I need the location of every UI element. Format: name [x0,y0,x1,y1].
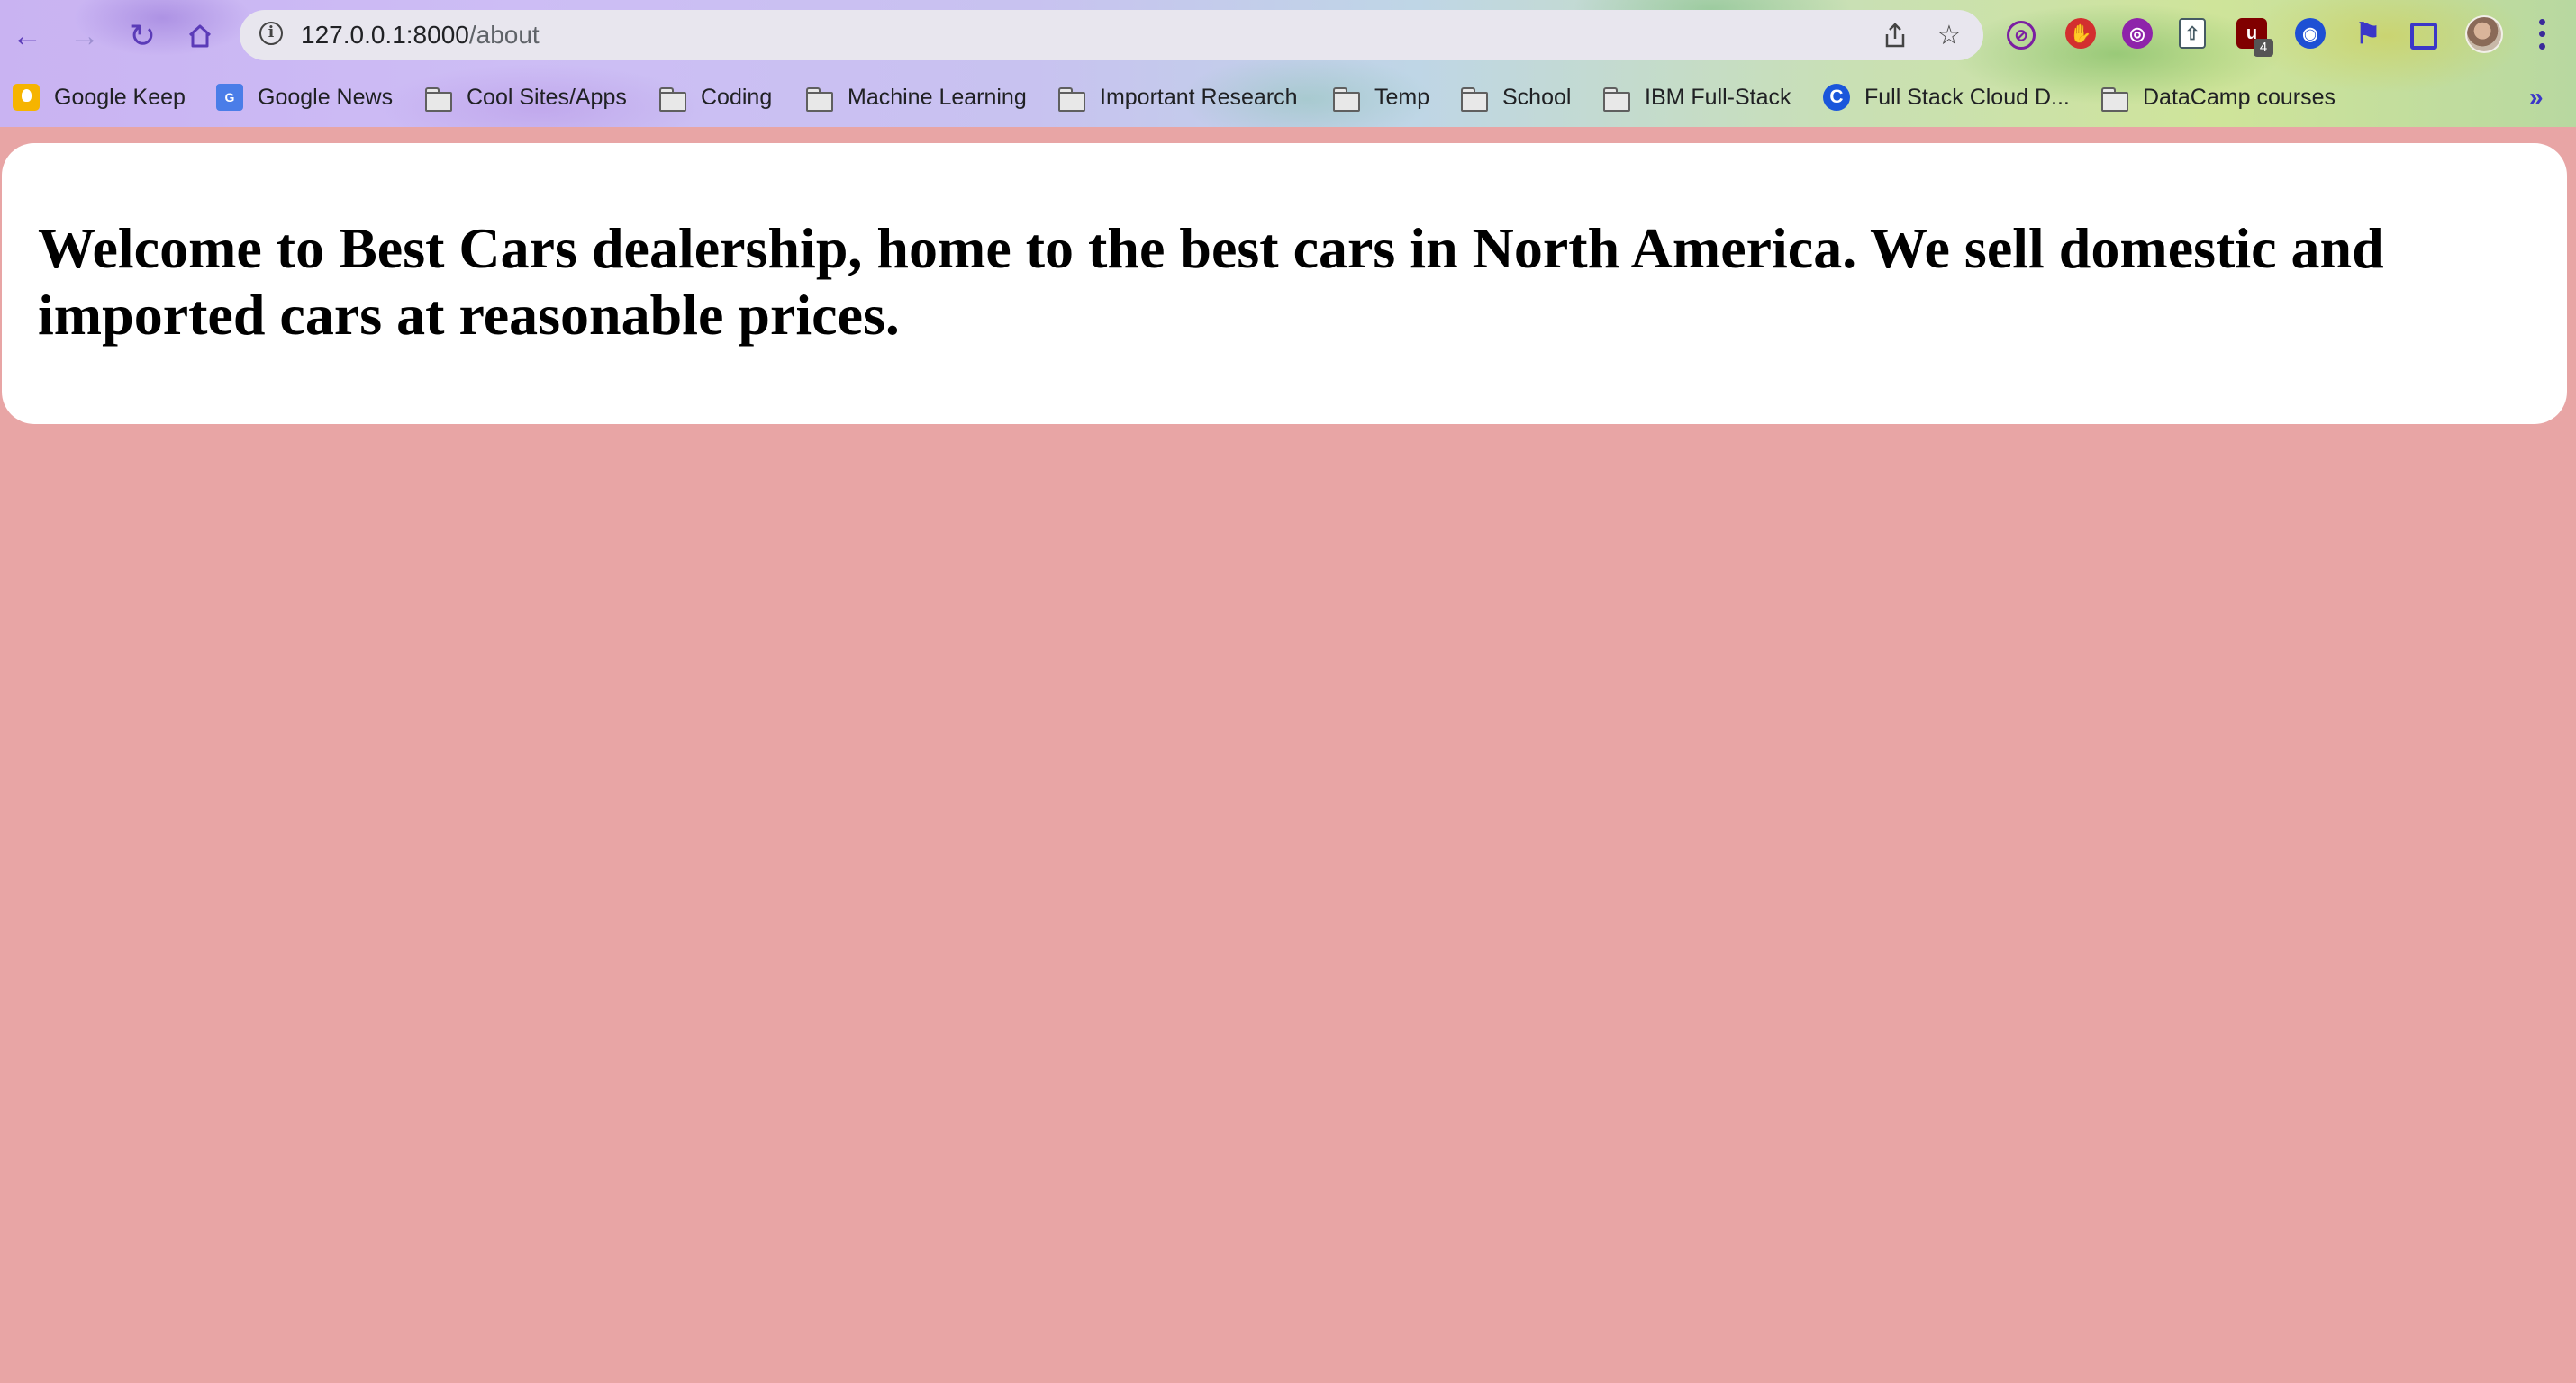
bookmark-full-stack-cloud[interactable]: C Full Stack Cloud D... [1823,76,2070,119]
folder-icon [659,84,686,112]
bookmark-label: Machine Learning [848,84,1027,110]
share-button[interactable] [1879,19,1911,51]
reload-button[interactable]: ↻ [121,14,164,58]
bookmark-label: Coding [701,84,773,110]
browser-chrome: ← → ↻ i 127.0.0.1:8000/about ☆ ⊘ ✋ ◎ ⇧ u… [0,0,2576,127]
browser-menu-icon[interactable] [2533,16,2551,52]
bookmark-folder-machine-learning[interactable]: Machine Learning [806,76,1027,119]
ublock-badge: 4 [2254,39,2273,57]
arrow-left-icon: ← [12,19,42,53]
bookmark-label: Cool Sites/Apps [467,84,627,110]
bookmark-folder-important-research[interactable]: Important Research [1058,76,1298,119]
reload-icon: ↻ [128,17,157,54]
bookmark-label: Google Keep [54,84,186,110]
url-path: /about [468,21,540,49]
keep-icon [13,84,40,111]
welcome-heading: Welcome to Best Cars dealership, home to… [38,216,2384,347]
coursera-icon: C [1823,84,1850,111]
address-bar[interactable]: i 127.0.0.1:8000/about ☆ [240,10,1983,60]
upload-extension-icon[interactable]: ⇧ [2179,18,2206,49]
bookmark-folder-cool-sites[interactable]: Cool Sites/Apps [425,76,627,119]
back-button[interactable]: ← [5,14,49,58]
bookmark-label: Full Stack Cloud D... [1864,84,2070,110]
news-icon: G [216,84,243,111]
folder-icon [1333,84,1360,112]
bookmark-folder-school[interactable]: School [1461,76,1571,119]
bookmark-label: Google News [258,84,394,110]
welcome-card: Welcome to Best Cars dealership, home to… [2,143,2567,424]
folder-icon [806,84,833,112]
bookmark-folder-temp[interactable]: Temp [1333,76,1429,119]
url-host: 127.0.0.1:8000 [301,21,469,49]
arrow-right-icon: → [69,19,100,53]
hand-stop-icon[interactable]: ✋ [2065,18,2096,49]
bookmark-google-news[interactable]: G Google News [216,76,393,119]
home-icon [188,24,212,48]
bookmark-label: DataCamp courses [2143,84,2336,110]
site-info-icon[interactable]: i [259,22,283,45]
folder-icon [425,84,452,112]
bookmarks-bar: Google Keep G Google News Cool Sites/App… [0,76,2576,119]
folder-icon [2101,84,2128,112]
circle-target-icon[interactable]: ◉ [2295,18,2326,49]
folder-icon [1461,84,1488,112]
folder-icon [1603,84,1630,112]
block-icon[interactable]: ⊘ [2007,21,2036,50]
bookmark-folder-datacamp[interactable]: DataCamp courses [2101,76,2336,119]
bookmark-star-button[interactable]: ☆ [1933,19,1965,51]
bookmark-label: IBM Full-Stack [1645,84,1791,110]
globe-extension-icon[interactable]: ◎ [2122,18,2153,49]
bookmark-google-keep[interactable]: Google Keep [13,76,186,119]
bookmark-label: Important Research [1100,84,1298,110]
forward-button[interactable]: → [63,14,106,58]
page-body: Welcome to Best Cars dealership, home to… [0,127,2576,1383]
side-panel-icon[interactable] [2410,23,2437,50]
home-button[interactable] [178,14,222,58]
profile-avatar[interactable] [2465,15,2503,53]
folder-icon [1058,84,1085,112]
share-icon [1885,23,1905,48]
bookmark-folder-ibm-full-stack[interactable]: IBM Full-Stack [1603,76,1791,119]
browser-toolbar: ← → ↻ i 127.0.0.1:8000/about ☆ ⊘ ✋ ◎ ⇧ u… [0,0,2576,70]
url-text[interactable]: 127.0.0.1:8000/about [301,21,540,50]
bookmark-label: Temp [1374,84,1430,110]
bookmark-folder-coding[interactable]: Coding [659,76,772,119]
bookmarks-overflow-icon[interactable]: » [2529,76,2544,119]
bookmark-label: School [1502,84,1572,110]
puzzle-icon[interactable]: ⚑ [2353,17,2383,50]
star-icon: ☆ [1937,20,1962,50]
